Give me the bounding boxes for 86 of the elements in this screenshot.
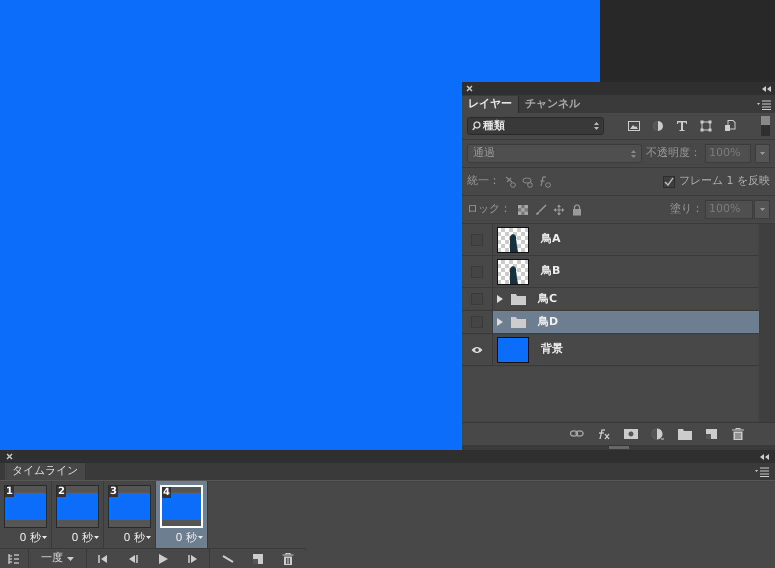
move-icon[interactable] — [553, 204, 565, 216]
unify-style-icon[interactable] — [539, 176, 551, 188]
brush-icon[interactable] — [535, 204, 547, 216]
filter-toggle[interactable] — [761, 116, 770, 136]
eye-icon[interactable] — [471, 346, 483, 354]
collapse-icon[interactable] — [760, 454, 769, 460]
lock-transparency-icon[interactable] — [517, 204, 529, 216]
unify-visibility-icon[interactable] — [522, 176, 534, 188]
text-filter-icon[interactable] — [676, 120, 688, 132]
menu-icon[interactable] — [757, 100, 771, 110]
duplicate-frame-icon[interactable] — [252, 552, 264, 564]
first-frame-icon[interactable] — [97, 552, 109, 564]
fill-label: 塗り： — [670, 201, 703, 218]
layer-name: 鳥B — [541, 263, 560, 280]
caret-icon — [760, 152, 765, 155]
folder-icon[interactable] — [678, 428, 692, 440]
animation-frame[interactable]: 4 0 秒 — [156, 481, 208, 548]
layer-row[interactable]: 鳥D — [462, 311, 759, 334]
opacity-label: 不透明度： — [646, 145, 702, 162]
lock-label: ロック： — [467, 201, 511, 218]
next-frame-icon[interactable] — [187, 552, 199, 564]
frame-thumbnail — [57, 493, 98, 520]
frame-delay[interactable]: 0 秒 — [20, 531, 51, 544]
stepper-icon — [594, 122, 599, 130]
folder-icon — [511, 316, 526, 328]
layer-name: 鳥C — [538, 290, 558, 307]
propagate-checkbox[interactable] — [663, 176, 675, 188]
caret-icon — [760, 208, 764, 211]
frame-number: 3 — [109, 486, 118, 497]
convert-timeline-icon[interactable] — [8, 552, 20, 564]
frame-number: 1 — [5, 486, 14, 497]
frame-number: 2 — [57, 486, 66, 497]
loop-dropdown[interactable]: 一度 — [29, 549, 87, 568]
tween-icon[interactable] — [222, 552, 234, 564]
layer-thumbnail — [497, 336, 529, 362]
frame-thumbnail — [5, 493, 46, 520]
expand-arrow-icon[interactable] — [497, 318, 503, 326]
layer-name: 鳥A — [541, 231, 561, 248]
layer-name: 背景 — [541, 341, 563, 358]
panel-tab[interactable]: タイムライン — [5, 463, 85, 480]
trash-icon[interactable] — [282, 552, 294, 564]
dropdown-button[interactable] — [754, 144, 770, 163]
panel-tab[interactable]: レイヤー — [462, 96, 518, 113]
dropdown-button[interactable] — [754, 200, 770, 219]
smart-object-filter-icon[interactable] — [724, 120, 736, 132]
search-icon — [472, 121, 481, 131]
caret-icon — [67, 556, 74, 560]
caret-icon — [198, 536, 203, 539]
filter-dropdown[interactable]: 種類 — [467, 117, 604, 135]
folder-icon — [511, 294, 526, 304]
layer-row[interactable]: 背景 — [462, 334, 759, 366]
fx-icon[interactable] — [597, 428, 611, 440]
frame-thumbnail — [109, 493, 150, 520]
layer-name: 鳥D — [538, 314, 558, 330]
new-layer-icon[interactable] — [705, 428, 718, 440]
collapse-icon[interactable] — [762, 86, 771, 92]
caret-icon — [146, 536, 151, 539]
frame-delay[interactable]: 0 秒 — [176, 531, 207, 544]
propagate-label: フレーム 1 を反映 — [679, 173, 770, 190]
expand-arrow-icon[interactable] — [497, 295, 503, 303]
frame-number: 4 — [162, 487, 171, 498]
caret-icon — [94, 536, 99, 539]
layer-thumbnail — [497, 258, 529, 284]
shape-filter-icon[interactable] — [700, 120, 712, 132]
stepper-icon — [631, 150, 636, 158]
frame-delay[interactable]: 0 秒 — [124, 531, 155, 544]
layer-row[interactable]: 鳥A — [462, 224, 759, 256]
mask-icon[interactable] — [624, 428, 638, 440]
image-filter-icon[interactable] — [628, 120, 640, 132]
adjustment-filter-icon[interactable] — [652, 120, 664, 132]
adjustment-icon[interactable] — [651, 428, 665, 440]
frame-delay[interactable]: 0 秒 — [72, 531, 103, 544]
play-icon[interactable] — [157, 552, 169, 564]
layer-row[interactable]: 鳥B — [462, 256, 759, 288]
previous-frame-icon[interactable] — [127, 552, 139, 564]
lock-icon[interactable] — [571, 204, 583, 216]
close-icon[interactable] — [6, 453, 13, 460]
frame-thumbnail — [162, 493, 201, 520]
trash-icon[interactable] — [731, 428, 745, 440]
layer-thumbnail — [497, 226, 529, 252]
unify-label: 統一： — [467, 173, 500, 190]
close-icon[interactable] — [466, 85, 473, 92]
caret-icon — [42, 536, 47, 539]
unify-position-icon[interactable] — [505, 176, 517, 188]
scrollbar[interactable] — [759, 224, 775, 422]
menu-icon[interactable] — [755, 467, 769, 477]
